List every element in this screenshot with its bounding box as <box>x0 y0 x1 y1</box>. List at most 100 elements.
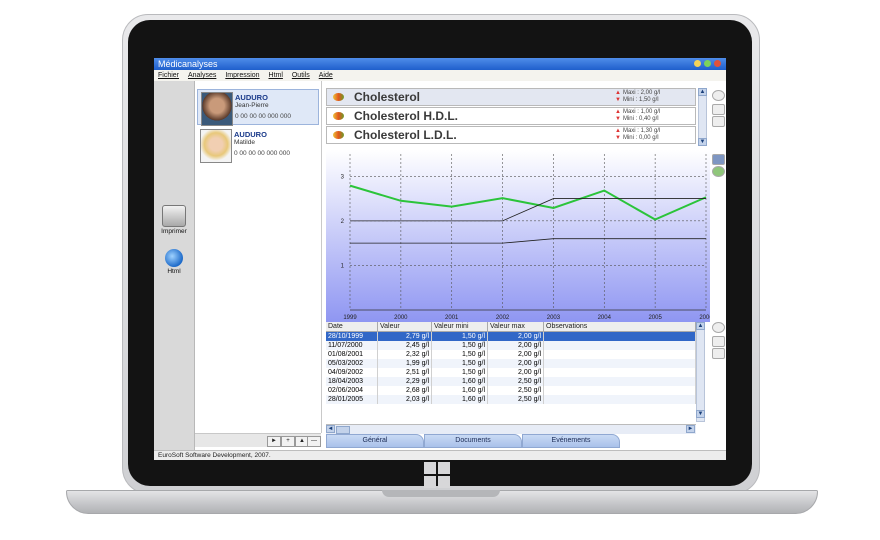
print-label: Imprimer <box>161 228 187 235</box>
table-cell: 2,79 g/l <box>378 332 432 341</box>
save-icon[interactable] <box>712 154 725 165</box>
patient-firstname: Jean-Pierre <box>235 102 269 109</box>
window-title: Médicanalyses <box>158 59 218 69</box>
html-button[interactable]: Html <box>156 247 192 287</box>
analysis-max: Maxi : 1,00 g/l <box>622 109 661 115</box>
table-cell: 1,50 g/l <box>432 341 488 350</box>
table-row[interactable]: 02/06/2004 2,68 g/l 1,60 g/l 2,50 g/l <box>326 386 696 395</box>
scroll-down-icon[interactable]: ▼ <box>698 138 707 146</box>
maximize-button[interactable] <box>704 60 711 67</box>
patient-item[interactable]: AUDURO Matilde 0 00 00 00 000 000 <box>197 127 319 163</box>
arrow-down-icon: ▼ <box>615 135 621 141</box>
patient-phone: 0 00 00 00 000 000 <box>235 113 292 120</box>
analysis-icon <box>333 131 344 139</box>
table-cell: 2,32 g/l <box>378 350 432 359</box>
patient-item[interactable]: AUDURO Jean-Pierre 0 00 00 00 000 000 <box>197 89 319 126</box>
scroll-down-icon[interactable]: ▼ <box>696 410 705 418</box>
table-cell: 11/07/2000 <box>326 341 378 350</box>
column-header[interactable]: Valeur mini <box>432 322 488 332</box>
table-cell: 04/09/2002 <box>326 368 378 377</box>
menu-aide[interactable]: Aide <box>319 72 333 79</box>
table-row[interactable]: 18/04/2003 2,29 g/l 1,60 g/l 2,50 g/l <box>326 377 696 386</box>
table-cell: 28/10/1999 <box>326 332 378 341</box>
menu-impression[interactable]: Impression <box>225 72 259 79</box>
table-scrollbar[interactable] <box>696 322 705 422</box>
column-header[interactable]: Date <box>326 322 378 332</box>
analysis-range: ▲ Maxi : 1,30 g/l ▼ Mini : 0,00 g/l <box>615 128 660 142</box>
table-row[interactable]: 28/10/1999 2,79 g/l 1,50 g/l 2,00 g/l <box>326 332 696 341</box>
table-cell: 2,00 g/l <box>488 341 544 350</box>
table-cell: 01/08/2001 <box>326 350 378 359</box>
table-cell: 1,50 g/l <box>432 359 488 368</box>
laptop-hinge-notch <box>382 490 500 497</box>
table-cell: 1,50 g/l <box>432 332 488 341</box>
close-button[interactable] <box>714 60 721 67</box>
x-tick-label: 2006 <box>699 315 710 321</box>
table-cell: 02/06/2004 <box>326 386 378 395</box>
scroll-up-icon[interactable]: ▲ <box>696 322 705 330</box>
analysis-list: Cholesterol ▲ Maxi : 2,00 g/l ▼ Mini : 1,5… <box>326 88 706 148</box>
edit-row-button[interactable] <box>712 336 725 347</box>
patient-name: AUDURO <box>234 130 267 139</box>
table-cell: 2,50 g/l <box>488 377 544 386</box>
print-button[interactable]: Imprimer <box>156 203 192 243</box>
analysis-item[interactable]: Cholesterol ▲ Maxi : 2,00 g/l ▼ Mini : 1,5… <box>326 88 696 106</box>
patient-phone: 0 00 00 00 000 000 <box>234 150 291 157</box>
menu-html[interactable]: Html <box>269 72 283 79</box>
x-tick-label: 2005 <box>648 315 662 321</box>
table-cell <box>544 386 696 395</box>
analysis-item[interactable]: Cholesterol H.D.L. ▲ Maxi : 1,00 g/l ▼ Min… <box>326 107 696 125</box>
add-analysis-button[interactable] <box>712 90 725 101</box>
scroll-thumb[interactable] <box>336 426 350 434</box>
add-row-button[interactable] <box>712 322 725 333</box>
tab-general[interactable]: Général <box>326 434 424 448</box>
column-header[interactable]: Valeur <box>378 322 432 332</box>
patient-list: AUDURO Jean-Pierre 0 00 00 00 000 000 AU… <box>195 81 322 433</box>
scroll-up-icon[interactable]: ▲ <box>698 88 707 96</box>
edit-analysis-button[interactable] <box>712 104 725 115</box>
analysis-max: Maxi : 2,00 g/l <box>622 90 661 96</box>
play-button[interactable]: ► <box>267 436 281 447</box>
menu-fichier[interactable]: Fichier <box>158 72 179 79</box>
table-row[interactable]: 04/09/2002 2,51 g/l 1,50 g/l 2,00 g/l <box>326 368 696 377</box>
table-row[interactable]: 05/03/2002 1,99 g/l 1,50 g/l 2,00 g/l <box>326 359 696 368</box>
column-header[interactable]: Valeur max <box>488 322 544 332</box>
table-cell: 18/04/2003 <box>326 377 378 386</box>
column-header[interactable]: Observations <box>544 322 696 332</box>
table-cell: 1,50 g/l <box>432 368 488 377</box>
analysis-icon <box>333 112 344 120</box>
tab-documents[interactable]: Documents <box>424 434 522 448</box>
x-tick-label: 2002 <box>496 315 510 321</box>
table-row[interactable]: 01/08/2001 2,32 g/l 1,50 g/l 2,00 g/l <box>326 350 696 359</box>
right-toolbar <box>710 84 726 444</box>
table-row[interactable]: 11/07/2000 2,45 g/l 1,50 g/l 2,00 g/l <box>326 341 696 350</box>
table-cell <box>544 359 696 368</box>
horizontal-scrollbar[interactable]: ◄ ► <box>326 424 696 434</box>
title-bar: Médicanalyses <box>154 58 726 70</box>
scroll-right-icon[interactable]: ► <box>686 425 695 433</box>
add-button[interactable]: + <box>281 436 295 447</box>
status-text: EuroSoft Software Development, 2007. <box>158 452 271 459</box>
arrow-up-icon: ▲ <box>615 109 621 115</box>
refresh-icon[interactable] <box>712 166 725 177</box>
scroll-left-icon[interactable]: ◄ <box>326 425 335 433</box>
tab-evenements[interactable]: Evénements <box>522 434 620 448</box>
table-row[interactable]: 28/01/2005 2,03 g/l 1,60 g/l 2,50 g/l <box>326 395 696 404</box>
analysis-item[interactable]: Cholesterol L.D.L. ▲ Maxi : 1,30 g/l ▼ Min… <box>326 126 696 144</box>
patient-firstname: Matilde <box>234 139 255 146</box>
table-cell: 1,99 g/l <box>378 359 432 368</box>
x-tick-label: 2004 <box>598 315 612 321</box>
table-cell: 2,03 g/l <box>378 395 432 404</box>
remove-analysis-button[interactable] <box>712 116 725 127</box>
menu-analyses[interactable]: Analyses <box>188 72 216 79</box>
remove-button[interactable]: — <box>307 436 321 447</box>
table-cell: 2,51 g/l <box>378 368 432 377</box>
table-cell <box>544 368 696 377</box>
remove-row-button[interactable] <box>712 348 725 359</box>
table-cell <box>544 350 696 359</box>
minimize-button[interactable] <box>694 60 701 67</box>
analysis-range: ▲ Maxi : 2,00 g/l ▼ Mini : 1,50 g/l <box>615 90 660 104</box>
menu-outils[interactable]: Outils <box>292 72 310 79</box>
analysis-scrollbar[interactable] <box>698 88 707 144</box>
analysis-range: ▲ Maxi : 1,00 g/l ▼ Mini : 0,40 g/l <box>615 109 660 123</box>
